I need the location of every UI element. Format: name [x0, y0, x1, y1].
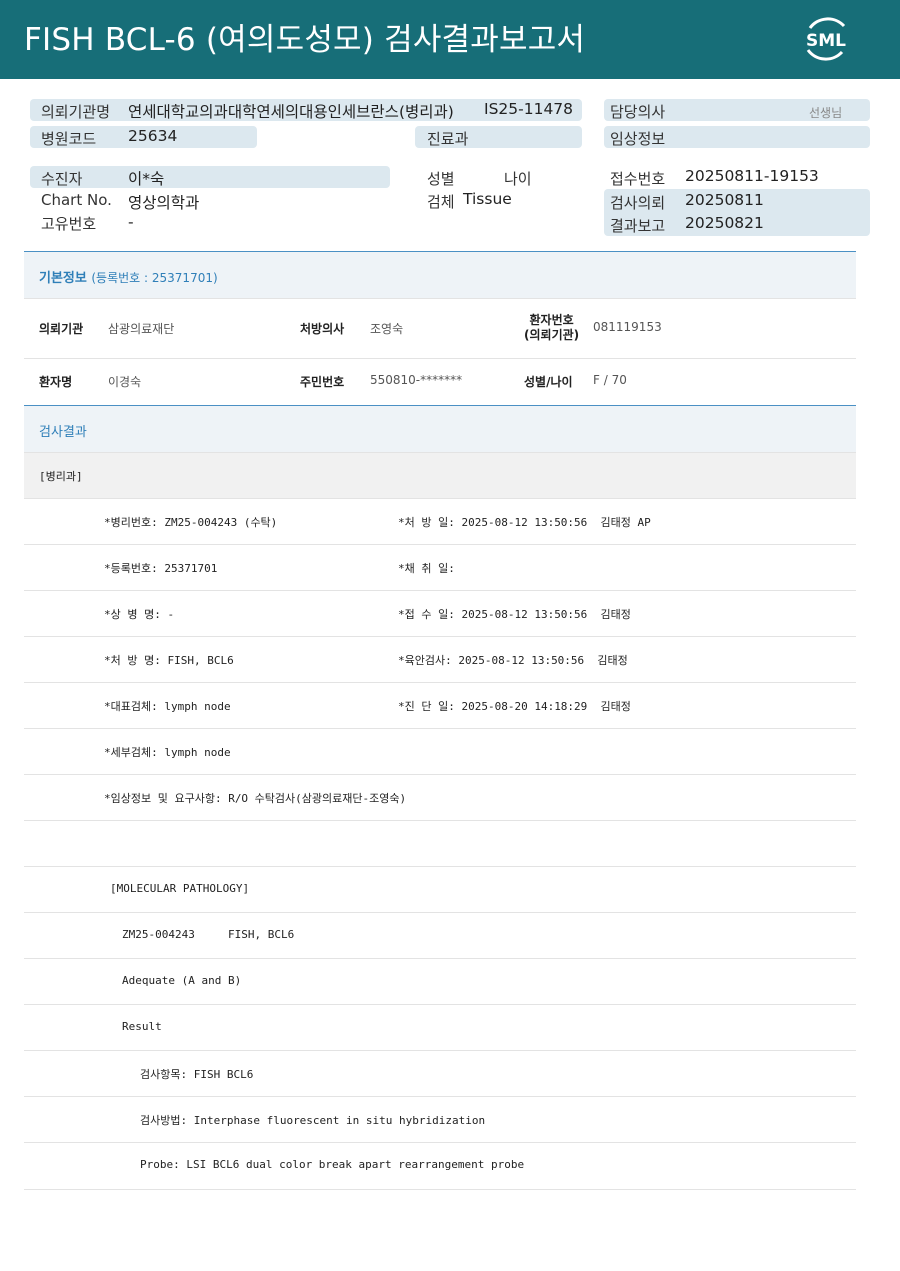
requesting-institution-value: 연세대학교의과대학연세의대용인세브란스(병리과): [128, 103, 454, 121]
patient-no-label: 환자번호 (의뢰기관): [524, 313, 579, 343]
divider: [24, 1096, 856, 1097]
patient-name-label: 환자명: [39, 375, 73, 389]
results-title: 검사결과: [39, 425, 87, 440]
patient-name-value: 이경숙: [108, 375, 142, 389]
result-report-value: 20250821: [685, 214, 764, 232]
dept-row: [24, 453, 856, 498]
specimen-value: Tissue: [463, 190, 512, 208]
molecular-line: Adequate (A and B): [122, 974, 242, 987]
divider: [24, 682, 856, 683]
receipt-no-label: 접수번호: [610, 170, 666, 188]
molecular-line: 검사항목: FISH BCL6: [140, 1068, 254, 1081]
receipt-no-value: 20250811-19153: [685, 167, 819, 185]
sex-label: 성별: [427, 170, 455, 188]
divider: [24, 544, 856, 545]
divider: [24, 590, 856, 591]
molecular-line: ZM25-004243 FISH, BCL6: [122, 928, 295, 941]
molecular-line: Result: [122, 1020, 162, 1033]
result-right: *진 단 일: 2025-08-20 14:18:29 김태정: [398, 700, 631, 713]
patient-no-label-line1: 환자번호: [529, 313, 574, 327]
sml-logo: SML: [800, 12, 852, 64]
sex-age-label: 성별/나이: [524, 375, 573, 389]
molecular-line: Probe: LSI BCL6 dual color break apart r…: [140, 1158, 525, 1171]
result-left: *처 방 명: FISH, BCL6: [104, 654, 234, 667]
result-left: *병리번호: ZM25-004243 (수탁): [104, 516, 278, 529]
basic-info-title-text: 기본정보: [39, 271, 87, 286]
clinical-info-label: 임상정보: [610, 130, 666, 148]
molecular-line: 검사방법: Interphase fluorescent in situ hyb…: [140, 1114, 486, 1127]
divider: [24, 774, 856, 775]
report-title: FISH BCL-6 (여의도성모) 검사결과보고서: [24, 22, 586, 58]
age-label: 나이: [504, 170, 532, 188]
divider: [24, 1142, 856, 1143]
divider: [24, 866, 856, 867]
divider: [24, 1189, 856, 1190]
result-left: *임상정보 및 요구사항: R/O 수탁검사(삼광의료재단-조영숙): [104, 792, 407, 805]
institution-label: 의뢰기관: [39, 322, 84, 336]
sex-age-value: F / 70: [593, 373, 627, 387]
divider: [24, 728, 856, 729]
patient-label: 수진자: [41, 170, 83, 188]
unique-no-label: 고유번호: [41, 215, 97, 233]
specimen-label: 검체: [427, 193, 455, 211]
prescriber-value: 조영숙: [370, 322, 404, 336]
result-report-label: 결과보고: [610, 217, 666, 235]
rrn-label: 주민번호: [300, 375, 345, 389]
hospital-code-label: 병원코드: [41, 130, 97, 148]
attending-doctor-label: 담당의사: [610, 103, 666, 121]
institution-value: 삼광의료재단: [108, 322, 175, 336]
attending-doctor-value: 선생님: [809, 106, 843, 120]
divider: [24, 358, 856, 359]
basic-info-title: 기본정보 (등록번호 : 25371701): [39, 267, 218, 286]
department-label: 진료과: [427, 130, 469, 148]
divider: [24, 498, 856, 499]
divider: [24, 958, 856, 959]
prescriber-label: 처방의사: [300, 322, 345, 336]
divider: [24, 298, 856, 299]
patient-no-value: 081119153: [593, 320, 662, 334]
result-left: *상 병 명: -: [104, 608, 175, 621]
result-left: *세부검체: lymph node: [104, 746, 231, 759]
dept-label: [병리과]: [39, 470, 83, 483]
registration-no: (등록번호 : 25371701): [91, 271, 218, 285]
rrn-value: 550810-*******: [370, 373, 463, 387]
requesting-institution-label: 의뢰기관명: [41, 103, 111, 121]
patient-no-label-line2: (의뢰기관): [524, 328, 580, 342]
divider: [24, 912, 856, 913]
chart-no-value: 영상의학과: [128, 194, 200, 212]
result-right: *채 취 일:: [398, 562, 455, 575]
sample-id: IS25-11478: [484, 100, 574, 118]
patient-bar: [30, 166, 390, 188]
result-right: *처 방 일: 2025-08-12 13:50:56 김태정 AP: [398, 516, 651, 529]
divider: [24, 636, 856, 637]
result-left: *등록번호: 25371701: [104, 562, 218, 575]
patient-value: 이*숙: [128, 170, 165, 188]
result-right: *육안검사: 2025-08-12 13:50:56 김태정: [398, 654, 628, 667]
logo-text: SML: [806, 31, 846, 51]
result-left: *대표검체: lymph node: [104, 700, 231, 713]
result-right: *접 수 일: 2025-08-12 13:50:56 김태정: [398, 608, 631, 621]
divider: [24, 1050, 856, 1051]
divider: [24, 1004, 856, 1005]
hospital-code-value: 25634: [128, 127, 178, 145]
chart-no-label: Chart No.: [41, 191, 112, 209]
results-header: [24, 406, 856, 452]
unique-no-value: -: [128, 213, 134, 231]
divider: [24, 820, 856, 821]
molecular-heading: [MOLECULAR PATHOLOGY]: [110, 882, 250, 895]
test-request-value: 20250811: [685, 191, 764, 209]
test-request-label: 검사의뢰: [610, 194, 666, 212]
